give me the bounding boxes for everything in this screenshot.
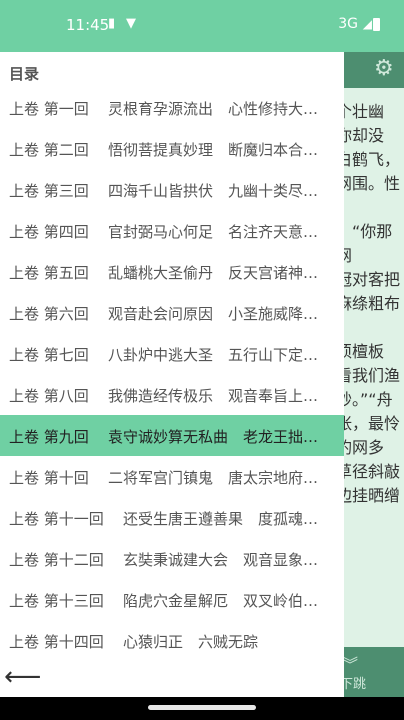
toc-chapter-label: 上卷 第十三回 xyxy=(9,592,104,610)
chevron-down-icon[interactable]: ︾ xyxy=(344,651,358,675)
toc-chapter-label: 上卷 第三回 xyxy=(9,182,89,200)
toc-item[interactable]: 上卷 第三回 四海千山皆拱伏 九幽十类尽… xyxy=(0,169,344,210)
toc-chapter-title: 陷虎穴金星解厄 双叉岭伯… xyxy=(123,592,319,610)
reader-text-line: 钓网多 xyxy=(344,438,385,457)
toc-chapter-title: 八卦炉中逃大圣 五行山下定… xyxy=(108,346,319,364)
reader-text-line: 冠对客把 xyxy=(344,270,401,289)
reader-text-line: 网 xyxy=(344,246,353,265)
toc-chapter-title: 心猿归正 六贼无踪 xyxy=(123,633,259,651)
network-type: 3G xyxy=(338,16,358,32)
toc-chapter-title: 四海千山皆拱伏 九幽十类尽… xyxy=(108,182,319,200)
toc-list: 上卷 第一回 灵根育孕源流出 心性修持大… 上卷 第二回 悟彻菩提真妙理 断魔归本合…… xyxy=(0,87,344,661)
toc-chapter-title: 观音赴会问原因 小圣施威降… xyxy=(108,305,319,323)
reader-text-line: 你却没 xyxy=(344,126,385,145)
toc-item[interactable]: 上卷 第六回 观音赴会问原因 小圣施威降… xyxy=(0,292,344,333)
reader-text-line: 边挂晒缯 xyxy=(344,486,401,505)
toc-item[interactable]: 上卷 第十三回 陷虎穴金星解厄 双叉岭伯… xyxy=(0,579,344,620)
toc-chapter-label: 上卷 第十回 xyxy=(9,469,89,487)
back-arrow-icon[interactable]: ⟵ xyxy=(4,662,41,692)
reader-text-line: ：“你那 xyxy=(344,222,393,241)
reader-top-bar: ⚙ xyxy=(344,52,404,88)
toc-chapter-title: 灵根育孕源流出 心性修持大… xyxy=(108,100,319,118)
toc-drawer: 目录 上卷 第一回 灵根育孕源流出 心性修持大… 上卷 第二回 悟彻菩提真妙理 断魔归… xyxy=(0,52,344,697)
toc-chapter-title: 玄奘秉诚建大会 观音显象… xyxy=(123,551,319,569)
toc-chapter-title: 我佛造经传极乐 观音奉旨上… xyxy=(108,387,319,405)
home-gesture-pill[interactable] xyxy=(148,705,256,710)
toc-item[interactable]: 上卷 第七回 八卦炉中逃大圣 五行山下定… xyxy=(0,333,344,374)
toc-item[interactable]: 上卷 第十二回 玄奘秉诚建大会 观音显象… xyxy=(0,538,344,579)
toc-title: 目录 xyxy=(9,65,40,83)
toc-chapter-label: 上卷 第七回 xyxy=(9,346,89,364)
reader-text-line: 白鹤飞， xyxy=(344,150,401,169)
toc-chapter-title: 悟彻菩提真妙理 断魔归本合… xyxy=(108,141,319,159)
next-label[interactable]: 下跳 xyxy=(344,673,366,692)
toc-item[interactable]: 上卷 第十一回 还受生唐王遵善果 度孤魂… xyxy=(0,497,344,538)
toc-item[interactable]: 上卷 第五回 乱蟠桃大圣偷丹 反天宫诸神… xyxy=(0,251,344,292)
toc-item[interactable]: 上卷 第二回 悟彻菩提真妙理 断魔归本合… xyxy=(0,128,344,169)
toc-chapter-label: 上卷 第六回 xyxy=(9,305,89,323)
toc-chapter-title: 乱蟠桃大圣偷丹 反天宫诸神… xyxy=(108,264,319,282)
toc-chapter-title: 袁守诚妙算无私曲 老龙王拙… xyxy=(108,428,319,446)
system-nav-bar xyxy=(0,697,404,720)
reader-background: ⚙ 个壮幽你却没白鹤飞， 网围。性 ：“你那网冠对客把麻绦粗布须檀板看我们渔钞。”“… xyxy=(344,52,404,697)
reader-text-line: 个壮幽 xyxy=(344,102,385,121)
toc-chapter-label: 上卷 第十二回 xyxy=(9,551,104,569)
signal-icon: ◢ xyxy=(362,17,372,31)
reader-text-line: 草径斜敲 xyxy=(344,462,401,481)
status-time: 11:45 xyxy=(66,16,110,34)
toc-chapter-title: 二将军宫门镇鬼 唐太宗地府… xyxy=(108,469,319,487)
reader-text-line: 麻绦粗布 xyxy=(344,294,401,313)
toc-chapter-title: 还受生唐王遵善果 度孤魂… xyxy=(123,510,319,528)
toc-chapter-label: 上卷 第八回 xyxy=(9,387,89,405)
reader-text-line: 须檀板 xyxy=(344,342,385,361)
toc-chapter-label: 上卷 第九回 xyxy=(9,428,89,446)
reader-text-line: 钞。”“舟 xyxy=(344,390,393,409)
toc-chapter-label: 上卷 第十一回 xyxy=(9,510,104,528)
reader-text-line: 看我们渔 xyxy=(344,366,401,385)
toc-chapter-title: 官封弼马心何足 名注齐天意… xyxy=(108,223,319,241)
toc-chapter-label: 上卷 第二回 xyxy=(9,141,89,159)
toc-item[interactable]: 上卷 第一回 灵根育孕源流出 心性修持大… xyxy=(0,87,344,128)
status-bar: 11:45 ▮ ▼ 3G ◢ xyxy=(0,0,404,52)
settings-gear-icon[interactable]: ⚙ xyxy=(374,56,394,81)
vpn-shield-icon: ▼ xyxy=(126,16,136,31)
toc-item[interactable]: 上卷 第九回 袁守诚妙算无私曲 老龙王拙… xyxy=(0,415,344,456)
reader-text-line: 网围。性 xyxy=(344,174,401,193)
toc-chapter-label: 上卷 第五回 xyxy=(9,264,89,282)
toc-item[interactable]: 上卷 第十四回 心猿归正 六贼无踪 xyxy=(0,620,344,661)
reader-text-line: 张，最怜 xyxy=(344,414,401,433)
toc-item[interactable]: 上卷 第十回 二将军宫门镇鬼 唐太宗地府… xyxy=(0,456,344,497)
toc-chapter-label: 上卷 第十四回 xyxy=(9,633,104,651)
battery-icon xyxy=(373,18,380,31)
toc-chapter-label: 上卷 第一回 xyxy=(9,100,89,118)
toc-item[interactable]: 上卷 第四回 官封弼马心何足 名注齐天意… xyxy=(0,210,344,251)
sim-card-icon: ▮ xyxy=(108,16,116,31)
toc-chapter-label: 上卷 第四回 xyxy=(9,223,89,241)
toc-item[interactable]: 上卷 第八回 我佛造经传极乐 观音奉旨上… xyxy=(0,374,344,415)
reader-bottom-bar: ︾ 下跳 xyxy=(344,647,404,697)
